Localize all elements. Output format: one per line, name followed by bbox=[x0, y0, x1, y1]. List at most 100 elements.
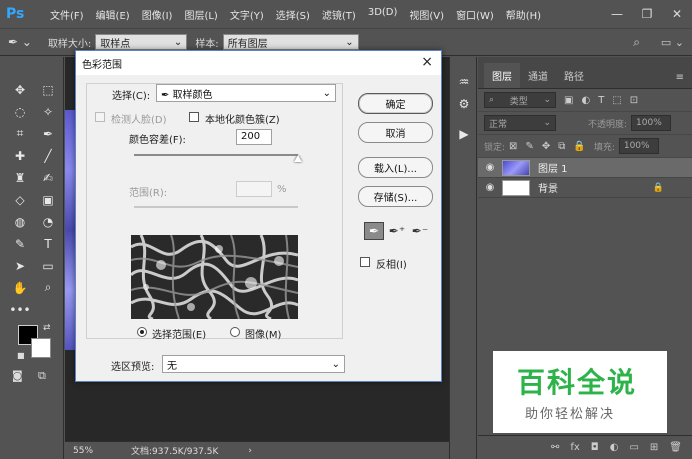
menu-edit[interactable]: 编辑(E) bbox=[90, 7, 136, 22]
pen-tool-icon[interactable]: ✎ bbox=[8, 233, 32, 254]
minimize-button[interactable]: — bbox=[602, 7, 632, 21]
shape-filter-icon[interactable]: ⬚ bbox=[612, 95, 621, 106]
sample-size-select[interactable]: 取样点 ⌄ bbox=[95, 34, 188, 50]
shape-tool-icon[interactable]: ▭ bbox=[36, 255, 60, 276]
restore-button[interactable]: ❐ bbox=[632, 7, 662, 21]
eyedropper-icon[interactable]: ✒ bbox=[364, 222, 384, 240]
path-select-tool-icon[interactable]: ➤ bbox=[8, 255, 32, 276]
artboard-icon[interactable]: ⧉ bbox=[558, 141, 565, 152]
sample-select[interactable]: 所有图层 ⌄ bbox=[222, 34, 359, 50]
menu-view[interactable]: 视图(V) bbox=[403, 7, 450, 22]
dodge-tool-icon[interactable]: ◔ bbox=[36, 211, 60, 232]
blur-tool-icon[interactable]: ◍ bbox=[8, 211, 32, 232]
eye-icon[interactable]: ◉ bbox=[478, 182, 502, 193]
menu-3d[interactable]: 3D(D) bbox=[362, 7, 404, 22]
fx-icon[interactable]: fx bbox=[570, 442, 579, 453]
save-button[interactable]: 存储(S)... bbox=[358, 186, 433, 207]
fuzziness-slider-thumb[interactable] bbox=[294, 155, 302, 162]
zoom-tool-icon[interactable]: ⌕ bbox=[36, 277, 60, 298]
menu-image[interactable]: 图像(I) bbox=[136, 7, 179, 22]
menu-help[interactable]: 帮助(H) bbox=[500, 7, 547, 22]
layer-row-1[interactable]: ◉ 图层 1 bbox=[478, 158, 692, 178]
eye-icon[interactable]: ◉ bbox=[478, 162, 502, 173]
status-arrow-icon[interactable]: › bbox=[248, 446, 252, 456]
crop-tool-icon[interactable]: ⌗ bbox=[8, 123, 32, 144]
add-mask-icon[interactable]: ◘ bbox=[591, 442, 599, 453]
invert-checkbox[interactable] bbox=[360, 257, 370, 267]
swap-colors-icon[interactable]: ⇄ bbox=[43, 323, 51, 333]
background-color-swatch[interactable] bbox=[31, 338, 51, 358]
trash-icon[interactable]: 🗑 bbox=[669, 442, 682, 453]
range-slider[interactable] bbox=[134, 206, 298, 208]
gradient-tool-icon[interactable]: ▣ bbox=[36, 189, 60, 210]
new-layer-icon[interactable]: ⊞ bbox=[650, 442, 658, 453]
tab-layers[interactable]: 图层 bbox=[484, 63, 520, 88]
link-layers-icon[interactable]: ⚯ bbox=[551, 442, 559, 453]
opacity-field[interactable]: 100% bbox=[631, 115, 672, 131]
eyedropper-tool-icon[interactable]: ✒ ⌄ bbox=[8, 35, 32, 49]
menu-window[interactable]: 窗口(W) bbox=[450, 7, 500, 22]
layer-kind-select[interactable]: ⌕ 类型 ⌄ bbox=[484, 92, 556, 108]
close-button[interactable]: ✕ bbox=[662, 7, 692, 21]
workspace-icon[interactable]: ▭ ⌄ bbox=[661, 36, 684, 49]
adjustments-icon[interactable]: ♒ bbox=[450, 75, 478, 89]
menu-layer[interactable]: 图层(L) bbox=[178, 7, 223, 22]
tab-channels[interactable]: 通道 bbox=[520, 63, 556, 88]
cancel-button[interactable]: 取消 bbox=[358, 122, 433, 143]
detect-faces-checkbox[interactable] bbox=[95, 112, 105, 122]
pixel-filter-icon[interactable]: ▣ bbox=[564, 95, 573, 106]
lasso-tool-icon[interactable]: ◌ bbox=[8, 101, 32, 122]
image-radio[interactable] bbox=[230, 327, 240, 337]
lock-pixels-icon[interactable]: ✎ bbox=[525, 141, 533, 152]
blend-row: 正常 ⌄ 不透明度: 100% bbox=[478, 112, 692, 135]
close-icon[interactable]: × bbox=[421, 54, 433, 70]
localized-clusters-checkbox[interactable] bbox=[189, 112, 199, 122]
panel-menu-icon[interactable]: ≡ bbox=[676, 72, 684, 83]
menu-type[interactable]: 文字(Y) bbox=[224, 7, 270, 22]
default-colors-icon[interactable]: ■ bbox=[17, 351, 25, 360]
add-to-sample-icon[interactable]: ✒⁺ bbox=[387, 222, 407, 240]
zoom-level[interactable]: 55% bbox=[73, 446, 109, 456]
ok-button[interactable]: 确定 bbox=[358, 93, 433, 114]
lock-all-icon[interactable]: 🔒 bbox=[573, 141, 585, 152]
type-filter-icon[interactable]: T bbox=[598, 95, 604, 106]
fill-field[interactable]: 100% bbox=[618, 138, 659, 154]
more-tools-icon[interactable]: ••• bbox=[8, 299, 32, 320]
properties-icon[interactable]: ⚙ bbox=[450, 97, 478, 111]
menu-filter[interactable]: 滤镜(T) bbox=[316, 7, 362, 22]
selection-radio[interactable] bbox=[137, 327, 147, 337]
fuzziness-slider[interactable] bbox=[134, 154, 298, 156]
adjustment-filter-icon[interactable]: ◐ bbox=[581, 95, 590, 106]
lock-transparent-icon[interactable]: ⊠ bbox=[509, 141, 517, 152]
search-icon[interactable]: ⌕ bbox=[633, 35, 640, 50]
menu-file[interactable]: 文件(F) bbox=[44, 7, 90, 22]
hand-tool-icon[interactable]: ✋ bbox=[8, 277, 32, 298]
lock-position-icon[interactable]: ✥ bbox=[542, 141, 550, 152]
select-dropdown[interactable]: ✒ 取样颜色 ⌄ bbox=[156, 84, 336, 102]
magic-wand-tool-icon[interactable]: ✧ bbox=[36, 101, 60, 122]
range-input[interactable] bbox=[236, 181, 272, 197]
fuzziness-input[interactable]: 200 bbox=[236, 129, 272, 145]
subtract-from-sample-icon[interactable]: ✒⁻ bbox=[410, 222, 430, 240]
play-icon[interactable]: ▶ bbox=[450, 127, 478, 141]
marquee-tool-icon[interactable]: ⬚ bbox=[36, 79, 60, 100]
move-tool-icon[interactable]: ✥ bbox=[8, 79, 32, 100]
tab-paths[interactable]: 路径 bbox=[556, 63, 592, 88]
screen-mode-icon[interactable]: ⧉ bbox=[38, 369, 46, 383]
group-icon[interactable]: ▭ bbox=[629, 442, 638, 453]
menu-select[interactable]: 选择(S) bbox=[270, 7, 316, 22]
quick-mask-icon[interactable]: ◙ bbox=[12, 369, 23, 382]
selection-preview-select[interactable]: 无 ⌄ bbox=[162, 355, 345, 373]
smart-object-filter-icon[interactable]: ⊡ bbox=[630, 95, 638, 106]
history-brush-tool-icon[interactable]: ✍ bbox=[36, 167, 60, 188]
layer-row-background[interactable]: ◉ 背景 🔒 bbox=[478, 178, 692, 198]
brush-tool-icon[interactable]: ╱ bbox=[36, 145, 60, 166]
healing-brush-tool-icon[interactable]: ✚ bbox=[8, 145, 32, 166]
eraser-tool-icon[interactable]: ◇ bbox=[8, 189, 32, 210]
eyedropper-tool-icon[interactable]: ✒ bbox=[36, 123, 60, 144]
load-button[interactable]: 载入(L)... bbox=[358, 157, 433, 178]
adjustment-layer-icon[interactable]: ◐ bbox=[610, 442, 619, 453]
type-tool-icon[interactable]: T bbox=[36, 233, 60, 254]
blend-mode-select[interactable]: 正常 ⌄ bbox=[484, 115, 556, 131]
stamp-tool-icon[interactable]: ♜ bbox=[8, 167, 32, 188]
